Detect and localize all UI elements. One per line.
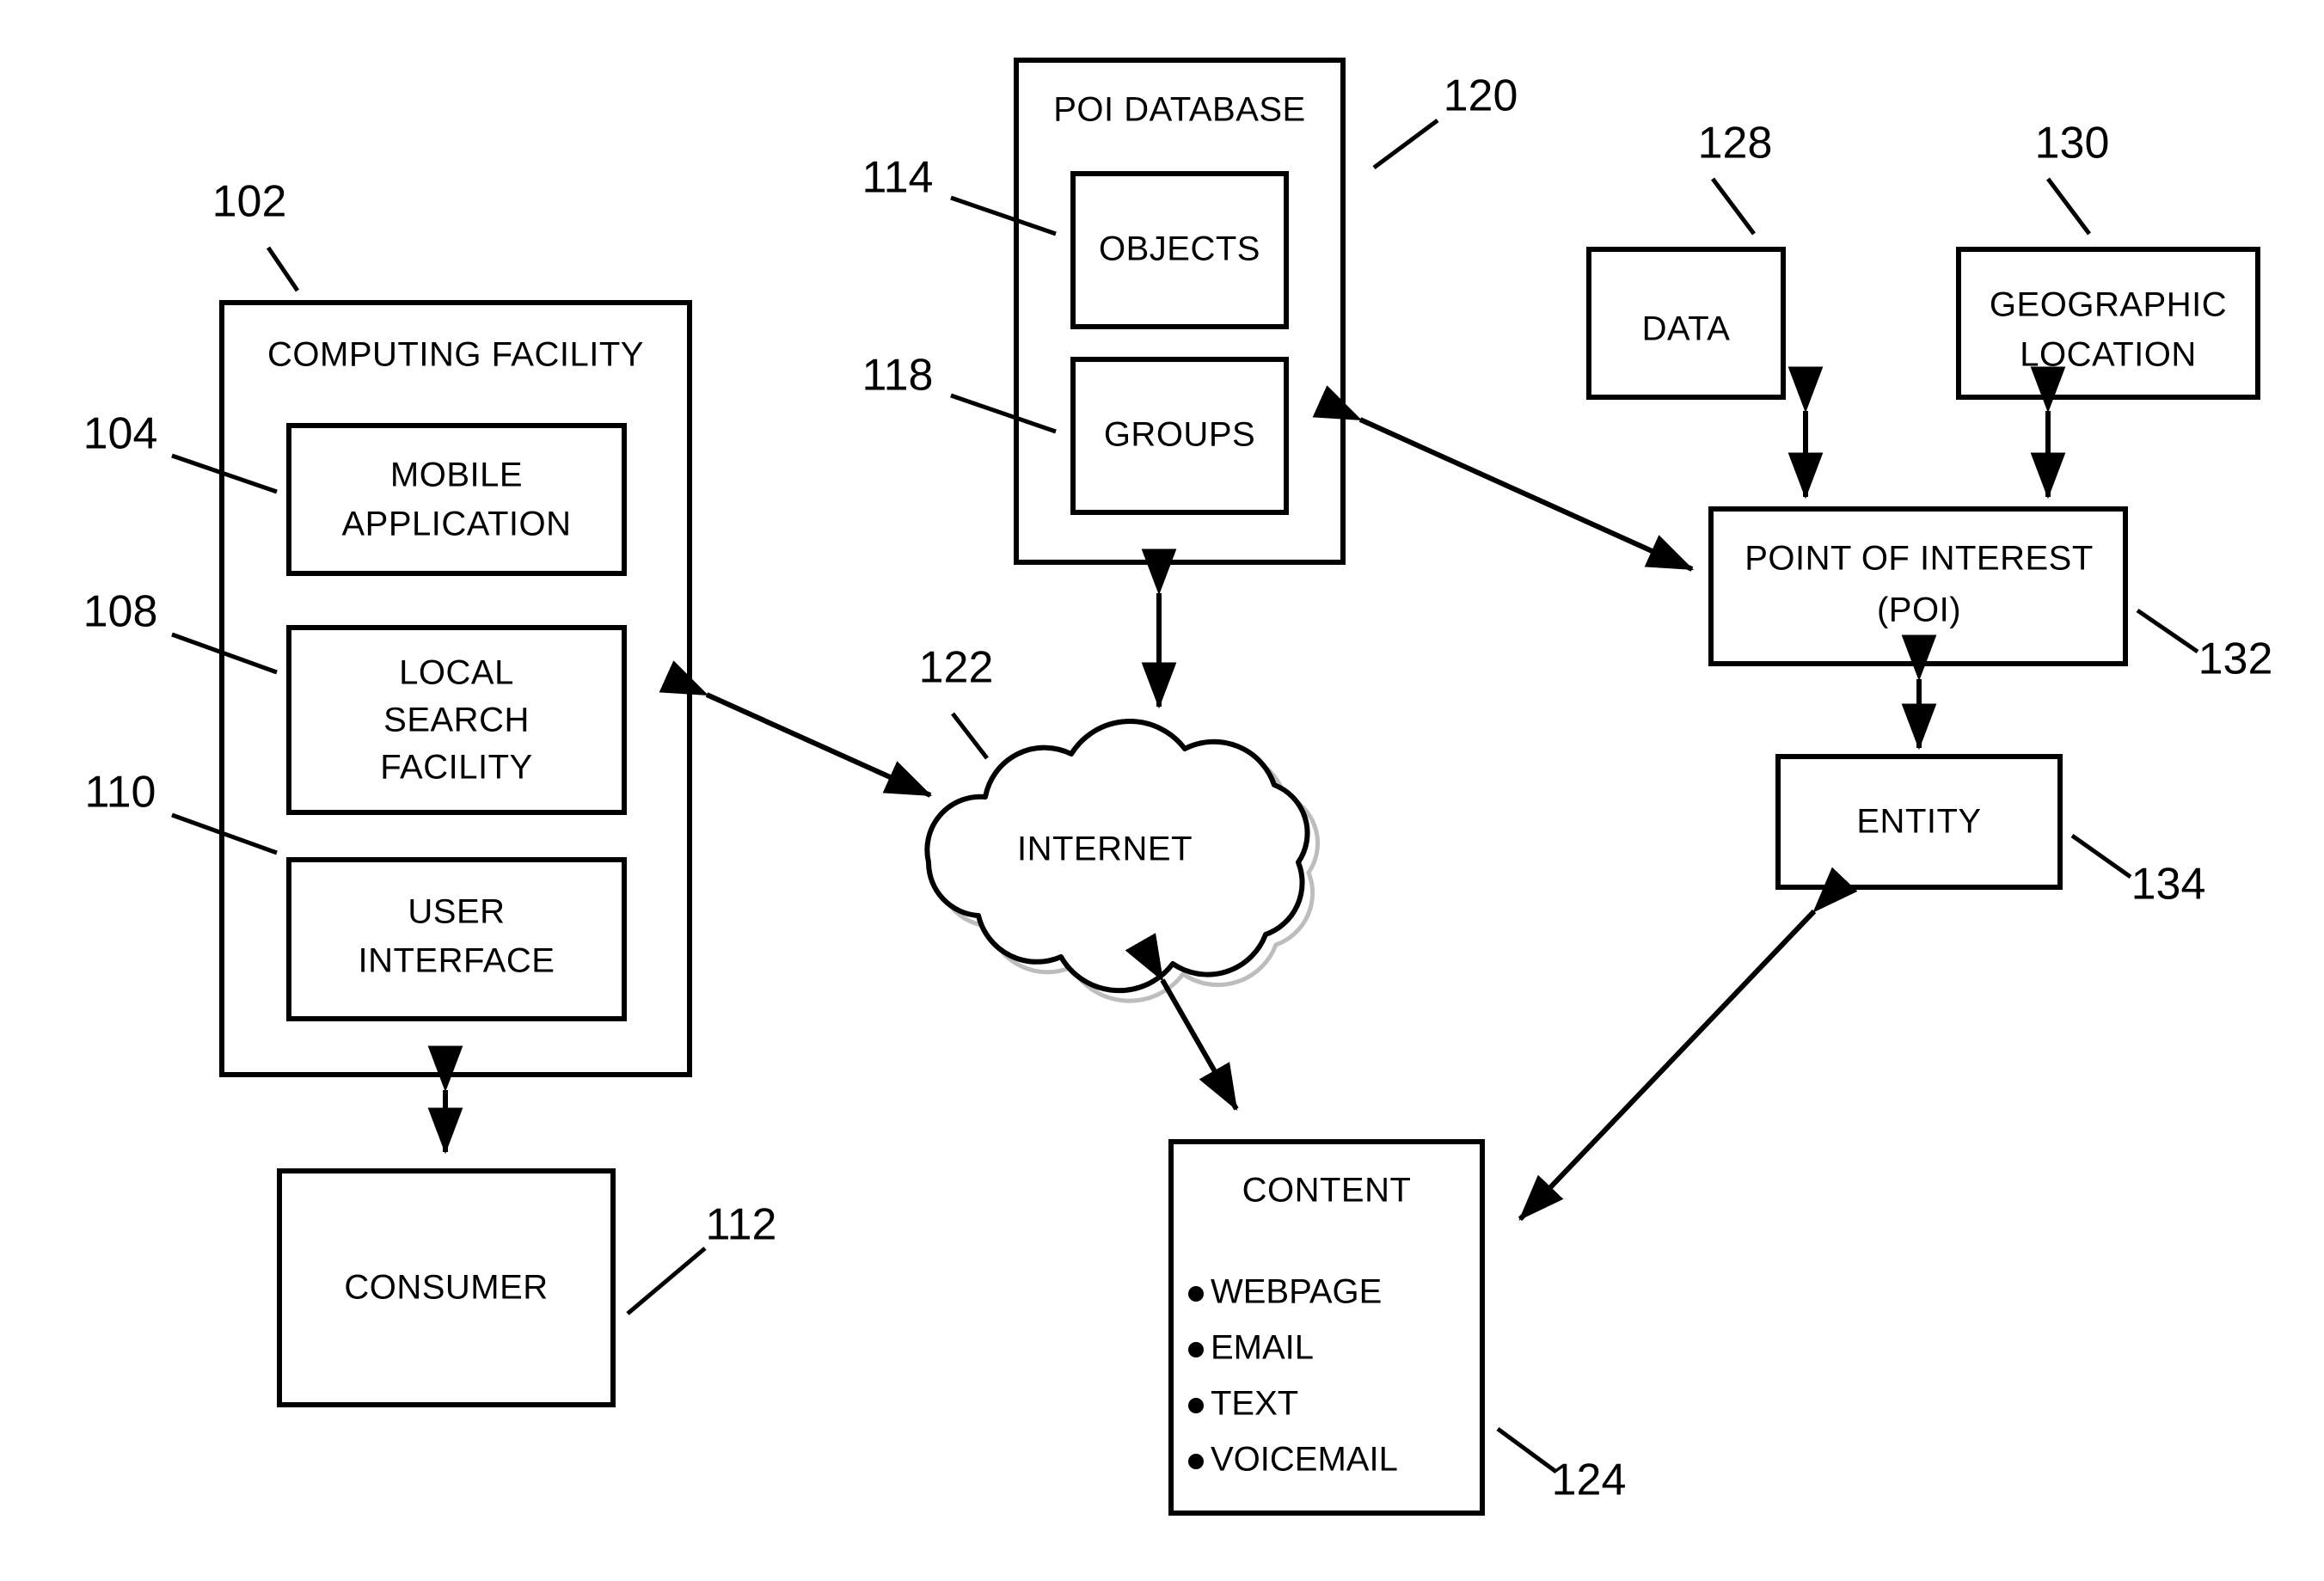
internet-label: INTERNET — [1017, 830, 1193, 868]
consumer-label: CONSUMER — [344, 1269, 548, 1307]
point-of-interest-label-line1: POINT OF INTEREST — [1745, 540, 2094, 578]
ref-102-leader — [266, 246, 300, 292]
arrow-entity-content — [1518, 867, 1858, 1222]
content-item-email: EMAIL — [1211, 1329, 1314, 1367]
ref-132: 132 — [2198, 634, 2273, 684]
ref-124: 124 — [1552, 1455, 1627, 1505]
consumer-group: CONSUMER — [277, 1168, 616, 1407]
internet-cloud-group: INTERNET — [924, 719, 1321, 1003]
ref-118: 118 — [862, 351, 934, 401]
user-interface-label-line2: INTERFACE — [359, 942, 555, 980]
groups-label: GROUPS — [1104, 416, 1255, 454]
ref-102-group: 102 — [212, 177, 300, 292]
ref-112-leader — [626, 1247, 707, 1315]
ref-110: 110 — [85, 768, 156, 818]
ref-122-leader — [951, 712, 989, 760]
computing-facility-label: COMPUTING FACILITY — [267, 336, 644, 374]
point-of-interest-box[interactable] — [1708, 506, 2128, 666]
content-item-text: TEXT — [1211, 1385, 1298, 1423]
data-group: DATA — [1586, 247, 1786, 400]
content-item-webpage: WEBPAGE — [1211, 1273, 1382, 1311]
ref-128-group: 128 — [1698, 119, 1773, 236]
poi-database-label: POI DATABASE — [1053, 91, 1305, 129]
ref-114: 114 — [862, 153, 934, 203]
ref-130: 130 — [2035, 119, 2110, 169]
content-label: CONTENT — [1242, 1172, 1412, 1210]
ref-108: 108 — [83, 587, 158, 637]
ref-120-group: 120 — [1372, 71, 1518, 170]
bullet-dot-icon — [1188, 1286, 1204, 1302]
ref-132-leader — [2136, 608, 2199, 654]
ref-134-group: 134 — [2070, 833, 2206, 910]
ref-102: 102 — [212, 177, 287, 227]
ref-134-leader — [2070, 833, 2132, 879]
entity-label: ENTITY — [1856, 803, 1981, 841]
ref-122: 122 — [919, 643, 994, 693]
ref-130-group: 130 — [2035, 119, 2110, 236]
arrow-internet-content — [1125, 933, 1239, 1112]
mobile-application-label-line1: MOBILE — [390, 457, 523, 494]
ref-128: 128 — [1698, 119, 1773, 169]
arrow-computing-facility-internet — [659, 660, 933, 798]
ref-130-leader — [2046, 177, 2091, 236]
ref-134: 134 — [2131, 860, 2206, 910]
ref-128-leader — [1711, 177, 1756, 236]
ref-112: 112 — [706, 1200, 777, 1250]
bullet-dot-icon — [1188, 1398, 1204, 1413]
content-group: CONTENT WEBPAGE EMAIL TEXT VOICEMAIL — [1168, 1139, 1485, 1516]
ref-124-group: 124 — [1496, 1426, 1627, 1505]
mobile-application-box[interactable] — [286, 423, 627, 576]
bullet-dot-icon — [1188, 1342, 1204, 1357]
ref-120: 120 — [1444, 71, 1518, 121]
computing-facility-group: COMPUTING FACILITY MOBILE APPLICATION LO… — [219, 300, 692, 1077]
local-search-facility-label-line1: LOCAL — [399, 654, 514, 692]
local-search-facility-label-line3: FACILITY — [380, 749, 532, 787]
poi-database-group: POI DATABASE OBJECTS GROUPS — [1014, 58, 1346, 565]
user-interface-box[interactable] — [286, 857, 627, 1021]
user-interface-label-line1: USER — [408, 893, 505, 931]
data-label: DATA — [1642, 310, 1731, 348]
point-of-interest-group: POINT OF INTEREST (POI) — [1708, 506, 2128, 666]
local-search-facility-label-line2: SEARCH — [383, 702, 530, 739]
ref-120-leader — [1372, 118, 1439, 170]
point-of-interest-label-line2: (POI) — [1877, 591, 1961, 629]
bullet-dot-icon — [1188, 1454, 1204, 1469]
patent-block-diagram: COMPUTING FACILITY MOBILE APPLICATION LO… — [83, 58, 2273, 1516]
mobile-application-label-line2: APPLICATION — [341, 506, 571, 543]
ref-124-leader — [1496, 1426, 1558, 1474]
geographic-location-group: GEOGRAPHIC LOCATION — [1956, 247, 2260, 400]
arrow-poi-database-point-of-interest — [1312, 385, 1695, 572]
entity-group: ENTITY — [1775, 754, 2063, 890]
ref-132-group: 132 — [2136, 608, 2273, 684]
geographic-location-label-line2: LOCATION — [2020, 336, 2197, 374]
ref-112-group: 112 — [626, 1200, 777, 1315]
objects-label: OBJECTS — [1099, 230, 1260, 268]
geographic-location-label-line1: GEOGRAPHIC — [1990, 286, 2227, 324]
content-item-voicemail: VOICEMAIL — [1211, 1441, 1398, 1479]
ref-104: 104 — [83, 409, 158, 459]
ref-122-group: 122 — [919, 643, 994, 760]
